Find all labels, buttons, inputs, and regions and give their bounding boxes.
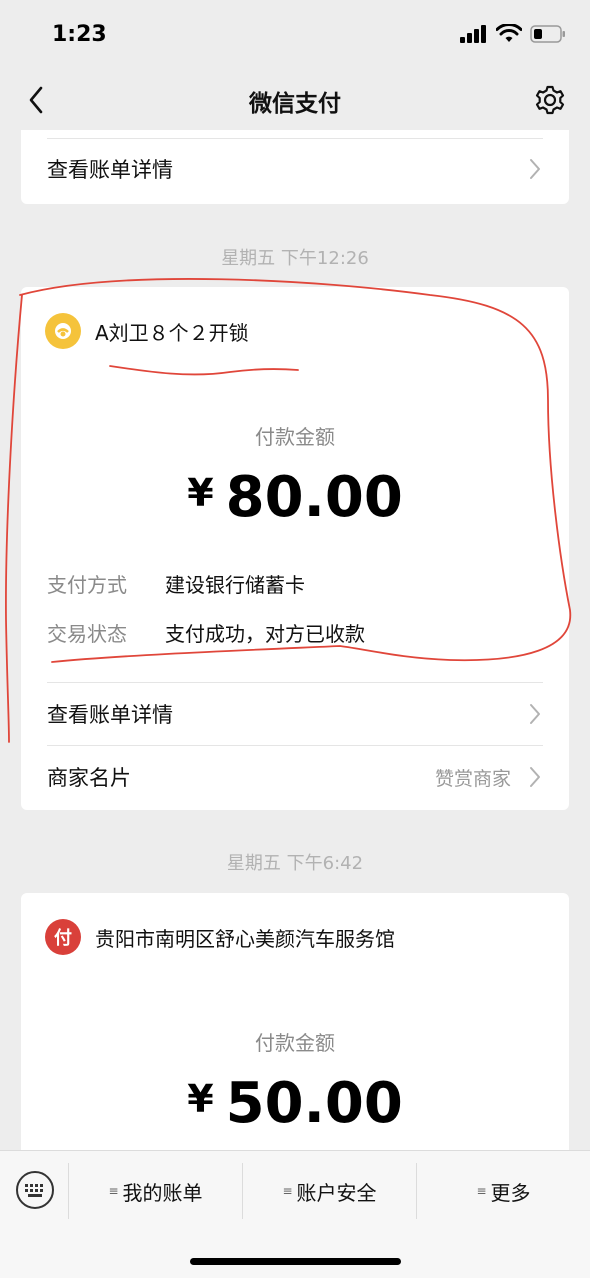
tab-label: 账户安全 (296, 1180, 377, 1205)
chevron-right-icon (530, 704, 540, 724)
chevron-right-icon (530, 159, 540, 179)
menu-icon: ≡ (282, 1184, 293, 1198)
home-indicator[interactable] (190, 1258, 401, 1265)
payment-card[interactable]: A刘卫８个２开锁 付款金额 ¥80.00 支付方式 建设银行储蓄卡 交易状态 支… (21, 287, 569, 810)
transaction-status-value: 支付成功，对方已收款 (165, 622, 365, 646)
merchant-name: 贵阳市南明区舒心美颜汽车服务馆 (95, 926, 395, 951)
tab-account-security[interactable]: ≡ 账户安全 (243, 1151, 416, 1231)
status-time: 1:23 (52, 22, 107, 47)
settings-button[interactable] (532, 82, 568, 118)
row-label: 查看账单详情 (47, 158, 173, 182)
gear-icon (535, 85, 565, 115)
battery-icon (530, 25, 565, 43)
tab-label: 更多 (490, 1180, 531, 1205)
currency-symbol: ¥ (187, 1077, 214, 1121)
timestamp: 星期五 下午6:42 (226, 853, 364, 874)
row-label: 查看账单详情 (47, 703, 173, 727)
wifi-icon (496, 24, 522, 42)
chevron-right-icon (530, 767, 540, 787)
merchant-name: A刘卫８个２开锁 (95, 320, 249, 345)
status-bar: 1:23 (0, 0, 590, 70)
keyboard-toggle-button[interactable] (16, 1171, 54, 1209)
payment-method-label: 支付方式 (47, 573, 127, 597)
timestamp: 星期五 下午12:26 (221, 248, 369, 269)
payment-card[interactable]: 付 贵阳市南明区舒心美颜汽车服务馆 付款金额 ¥50.00 (21, 893, 569, 1150)
currency-symbol: ¥ (187, 471, 214, 515)
merchant-header: 付 贵阳市南明区舒心美颜汽车服务馆 (45, 919, 395, 955)
amount-label: 付款金额 (255, 425, 335, 449)
payment-amount: ¥80.00 (21, 465, 569, 530)
merchant-card-row[interactable]: 商家名片 赞赏商家 (21, 746, 569, 808)
merchant-header: A刘卫８个２开锁 (45, 313, 249, 349)
merchant-logo (45, 313, 81, 349)
previous-bill-card: 查看账单详情 (21, 130, 569, 204)
nav-bar: 微信支付 (0, 70, 590, 130)
payment-method-value: 建设银行储蓄卡 (165, 573, 305, 597)
menu-icon: ≡ (476, 1184, 487, 1198)
transaction-status-label: 交易状态 (47, 622, 127, 646)
tab-label: 我的账单 (122, 1180, 203, 1205)
tab-my-bills[interactable]: ≡ 我的账单 (69, 1151, 242, 1231)
amount-label: 付款金额 (255, 1031, 335, 1055)
menu-icon: ≡ (108, 1184, 119, 1198)
bill-list[interactable]: 查看账单详情 星期五 下午12:26 A刘卫８个２开锁 付款金额 ¥80.00 … (0, 130, 590, 1150)
view-bill-detail-row[interactable]: 查看账单详情 (21, 683, 569, 745)
signal-icon (460, 25, 486, 43)
page-title: 微信支付 (249, 91, 341, 117)
merchant-avatar-icon (55, 323, 71, 339)
amount-value: 50.00 (225, 1071, 403, 1136)
merchant-logo: 付 (45, 919, 81, 955)
row-label: 商家名片 (47, 766, 131, 790)
amount-value: 80.00 (225, 465, 403, 530)
payment-amount: ¥50.00 (21, 1071, 569, 1136)
view-bill-detail-row[interactable]: 查看账单详情 (21, 138, 569, 200)
tab-more[interactable]: ≡ 更多 (417, 1151, 590, 1231)
status-icons (460, 24, 566, 44)
transaction-status-row: 交易状态 支付成功，对方已收款 (47, 618, 365, 647)
reward-merchant-hint: 赞赏商家 (434, 767, 511, 790)
payment-method-row: 支付方式 建设银行储蓄卡 (47, 569, 305, 598)
keyboard-icon (25, 1184, 43, 1197)
